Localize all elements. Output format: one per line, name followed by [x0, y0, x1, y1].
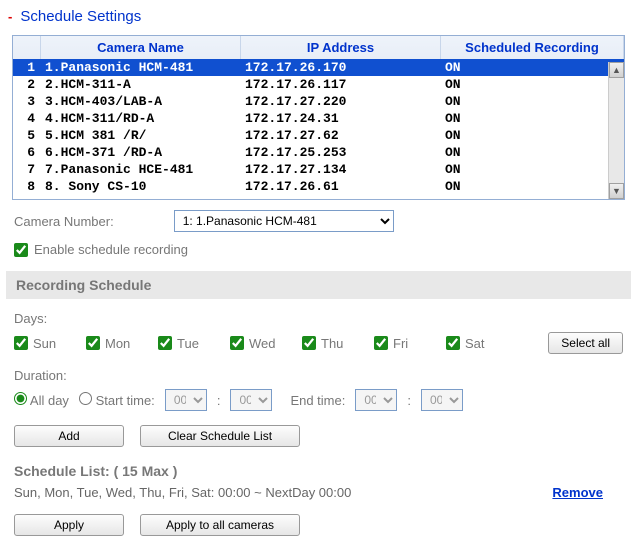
start-min-select[interactable]: 00	[230, 389, 272, 411]
row-rec: ON	[441, 162, 586, 177]
row-name: 8. Sony CS-10	[41, 179, 241, 194]
row-ip: 172.17.27.220	[241, 94, 441, 109]
select-all-button[interactable]: Select all	[548, 332, 623, 354]
end-time-label: End time:	[290, 393, 345, 408]
row-ip: 172.17.26.170	[241, 60, 441, 75]
table-row[interactable]: 44.HCM-311/RD-A172.17.24.31ON	[13, 110, 624, 127]
col-ip: IP Address	[241, 36, 441, 59]
row-rec: ON	[441, 111, 586, 126]
all-day-radio[interactable]: All day	[14, 392, 69, 408]
col-rec: Scheduled Recording	[441, 36, 624, 59]
row-ip: 172.17.26.117	[241, 77, 441, 92]
row-num: 2	[13, 77, 41, 92]
scroll-up-icon[interactable]: ▲	[609, 62, 624, 78]
row-num: 3	[13, 94, 41, 109]
camera-table: Camera Name IP Address Scheduled Recordi…	[12, 35, 625, 200]
days-label: Days:	[14, 311, 623, 326]
apply-button[interactable]: Apply	[14, 514, 124, 536]
row-rec: ON	[441, 128, 586, 143]
start-hour-select[interactable]: 00	[165, 389, 207, 411]
row-num: 5	[13, 128, 41, 143]
day-sat[interactable]: Sat	[446, 336, 518, 351]
row-name: 7.Panasonic HCE-481	[41, 162, 241, 177]
col-num	[13, 36, 41, 59]
table-row[interactable]: 66.HCM-371 /RD-A172.17.25.253ON	[13, 144, 624, 161]
table-row[interactable]: 11.Panasonic HCM-481172.17.26.170ON	[13, 59, 624, 76]
start-time-radio[interactable]: Start time:	[79, 392, 155, 408]
end-hour-select[interactable]: 00	[355, 389, 397, 411]
table-row[interactable]: 55.HCM 381 /R/172.17.27.62ON	[13, 127, 624, 144]
schedule-list-entry: Sun, Mon, Tue, Wed, Thu, Fri, Sat: 00:00…	[14, 485, 351, 500]
clear-schedule-button[interactable]: Clear Schedule List	[140, 425, 300, 447]
table-scrollbar[interactable]: ▲ ▼	[608, 62, 624, 199]
row-name: 3.HCM-403/LAB-A	[41, 94, 241, 109]
row-num: 1	[13, 60, 41, 75]
day-fri[interactable]: Fri	[374, 336, 446, 351]
row-rec: ON	[441, 145, 586, 160]
apply-all-button[interactable]: Apply to all cameras	[140, 514, 300, 536]
schedule-list-title: Schedule List: ( 15 Max )	[0, 463, 637, 479]
collapse-icon[interactable]: -	[8, 9, 12, 24]
row-name: 5.HCM 381 /R/	[41, 128, 241, 143]
add-button[interactable]: Add	[14, 425, 124, 447]
row-num: 8	[13, 179, 41, 194]
table-row[interactable]: 88. Sony CS-10172.17.26.61ON	[13, 178, 624, 195]
day-tue[interactable]: Tue	[158, 336, 230, 351]
table-row[interactable]: 77.Panasonic HCE-481172.17.27.134ON	[13, 161, 624, 178]
day-thu[interactable]: Thu	[302, 336, 374, 351]
row-rec: ON	[441, 179, 586, 194]
enable-schedule-checkbox[interactable]: Enable schedule recording	[14, 242, 623, 257]
row-ip: 172.17.25.253	[241, 145, 441, 160]
row-name: 2.HCM-311-A	[41, 77, 241, 92]
row-num: 4	[13, 111, 41, 126]
enable-schedule-label: Enable schedule recording	[34, 242, 188, 257]
scroll-down-icon[interactable]: ▼	[609, 183, 624, 199]
row-name: 6.HCM-371 /RD-A	[41, 145, 241, 160]
row-num: 7	[13, 162, 41, 177]
table-row[interactable]: 33.HCM-403/LAB-A172.17.27.220ON	[13, 93, 624, 110]
duration-label: Duration:	[14, 368, 623, 383]
recording-schedule-header: Recording Schedule	[6, 271, 631, 299]
day-sun[interactable]: Sun	[14, 336, 86, 351]
col-name: Camera Name	[41, 36, 241, 59]
row-ip: 172.17.24.31	[241, 111, 441, 126]
row-ip: 172.17.26.61	[241, 179, 441, 194]
end-min-select[interactable]: 00	[421, 389, 463, 411]
row-name: 4.HCM-311/RD-A	[41, 111, 241, 126]
day-wed[interactable]: Wed	[230, 336, 302, 351]
remove-link[interactable]: Remove	[552, 485, 603, 500]
day-mon[interactable]: Mon	[86, 336, 158, 351]
camera-number-label: Camera Number:	[14, 214, 114, 229]
row-rec: ON	[441, 60, 586, 75]
page-title: Schedule Settings	[20, 8, 141, 25]
table-row[interactable]: 22.HCM-311-A172.17.26.117ON	[13, 76, 624, 93]
row-num: 6	[13, 145, 41, 160]
row-ip: 172.17.27.134	[241, 162, 441, 177]
row-name: 1.Panasonic HCM-481	[41, 60, 241, 75]
row-ip: 172.17.27.62	[241, 128, 441, 143]
row-rec: ON	[441, 94, 586, 109]
camera-number-select[interactable]: 1: 1.Panasonic HCM-481	[174, 210, 394, 232]
row-rec: ON	[441, 77, 586, 92]
